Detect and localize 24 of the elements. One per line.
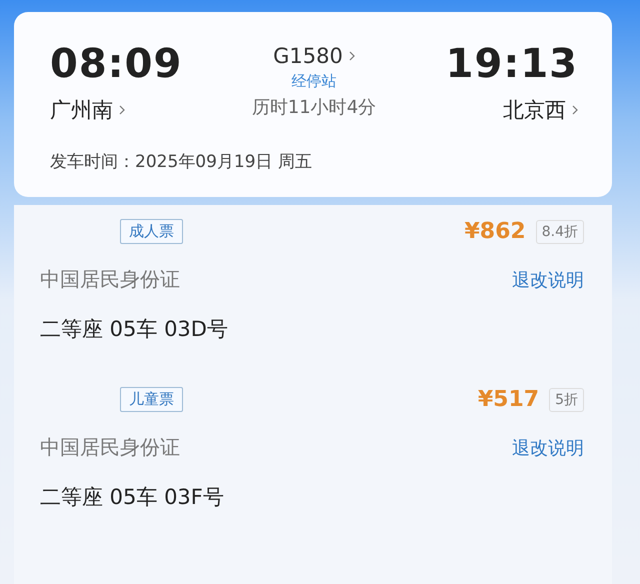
departure-date-label: 发车时间： xyxy=(50,151,135,173)
ticket-type-tag: 儿童票 xyxy=(120,387,183,412)
stops-link[interactable]: 经停站 xyxy=(291,72,336,91)
chevron-icon[interactable] xyxy=(348,51,355,61)
refund-policy-link[interactable]: 退改说明 xyxy=(512,436,584,460)
trip-duration: 历时11小时4分 xyxy=(252,96,376,119)
refund-policy-link[interactable]: 退改说明 xyxy=(512,268,584,292)
discount-tag: 5折 xyxy=(549,388,584,412)
arrival-station[interactable]: 北京西 xyxy=(502,96,566,124)
seat-info: 二等座 05车 03F号 xyxy=(40,484,225,511)
seat-info: 二等座 05车 03D号 xyxy=(40,316,229,343)
ticket-price: ¥862 xyxy=(464,219,526,244)
train-number[interactable]: G1580 xyxy=(273,44,343,68)
ticket-type-tag: 成人票 xyxy=(120,219,183,244)
departure-date: 2025年09月19日 周五 xyxy=(135,151,312,173)
discount-tag: 8.4折 xyxy=(536,220,584,244)
departure-time: 08:09 xyxy=(50,42,182,86)
arrival-time: 19:13 xyxy=(446,42,578,86)
chevron-icon[interactable] xyxy=(572,105,578,115)
chevron-icon[interactable] xyxy=(119,105,125,115)
id-type: 中国居民身份证 xyxy=(40,266,180,293)
departure-station[interactable]: 广州南 xyxy=(50,96,113,124)
ticket-price: ¥517 xyxy=(478,387,540,412)
id-type: 中国居民身份证 xyxy=(40,434,180,461)
